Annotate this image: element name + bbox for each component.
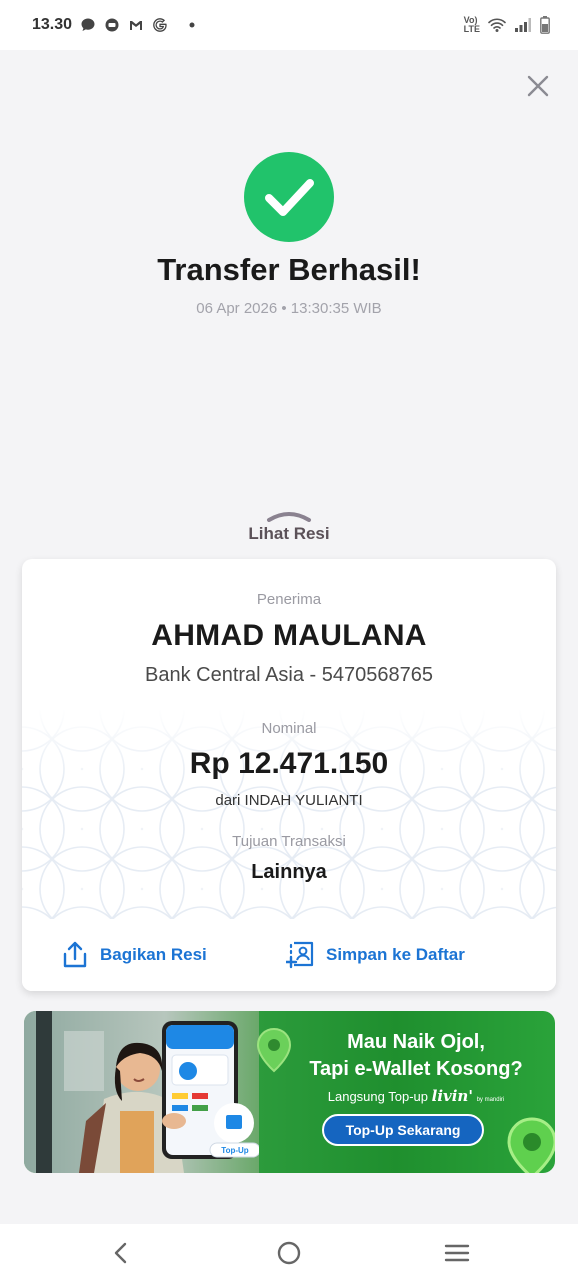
banner-illustration: Top-Up — [24, 1011, 259, 1173]
card-background-pattern — [22, 709, 556, 919]
receipt-actions: Bagikan Resi Simpan ke Daftar — [22, 919, 556, 991]
nav-recents-button[interactable] — [442, 1238, 472, 1268]
share-receipt-button[interactable]: Bagikan Resi — [62, 941, 207, 969]
transfer-amount: Rp 12.471.150 — [189, 747, 389, 780]
nav-back-button[interactable] — [106, 1238, 136, 1268]
banner-subtitle: Langsung Top-up livin' by mandiri — [286, 1087, 546, 1105]
nav-home-button[interactable] — [274, 1238, 304, 1268]
close-icon — [527, 75, 549, 97]
lihat-resi-toggle[interactable]: Lihat Resi — [240, 510, 338, 550]
share-icon — [63, 941, 87, 968]
chat-icon — [81, 18, 95, 31]
success-badge — [244, 152, 334, 242]
status-left: 13.30 — [32, 16, 196, 34]
banner-title-line1: Mau Naik Ojol, — [347, 1031, 485, 1053]
home-icon — [277, 1241, 301, 1265]
volte-icon: Vo) LTE — [464, 16, 480, 34]
livin-logo-byline: by mandiri — [476, 1097, 505, 1103]
receipt-card: Penerima AHMAD MAULANA Bank Central Asia… — [22, 559, 556, 991]
signal-icon — [515, 18, 531, 32]
recipient-name: AHMAD MAULANA — [151, 619, 427, 652]
share-receipt-label: Bagikan Resi — [100, 945, 207, 964]
back-icon — [114, 1242, 127, 1264]
topup-now-button[interactable]: Top-Up Sekarang — [322, 1114, 484, 1146]
lihat-resi-label: Lihat Resi — [248, 524, 330, 543]
sender-name: dari INDAH YULIANTI — [215, 792, 363, 809]
amount-label: Nominal — [261, 720, 317, 737]
chevron-up-icon — [267, 512, 311, 522]
dot-icon — [189, 22, 195, 28]
banner-title: Mau Naik Ojol, Tapi e-Wallet Kosong? — [286, 1029, 546, 1083]
location-pin-large-icon — [507, 1117, 555, 1173]
purpose-label: Tujuan Transaksi — [232, 833, 346, 850]
recipient-label: Penerima — [256, 591, 322, 608]
status-right: Vo) LTE — [464, 16, 550, 34]
add-contact-icon — [286, 941, 314, 969]
status-time: 13.30 — [32, 16, 73, 33]
system-nav-bar — [0, 1224, 578, 1280]
gmail-icon — [130, 21, 143, 30]
google-icon — [153, 18, 167, 32]
messenger-icon — [105, 18, 119, 32]
close-button[interactable] — [522, 70, 554, 102]
banner-subtitle-text: Langsung Top-up — [327, 1089, 428, 1104]
save-to-list-label: Simpan ke Daftar — [326, 945, 465, 964]
transaction-purpose: Lainnya — [251, 861, 327, 883]
check-icon — [265, 179, 314, 216]
phone-topup-button: Top-Up — [221, 1146, 249, 1155]
status-bar: 13.30 Vo) LTE — [0, 0, 578, 50]
wifi-icon — [488, 18, 506, 32]
battery-icon — [540, 16, 550, 34]
transaction-timestamp: 06 Apr 2026 • 13:30:35 WIB — [196, 300, 382, 317]
lte-label: LTE — [463, 24, 480, 34]
save-to-list-button[interactable]: Simpan ke Daftar — [286, 941, 465, 969]
promo-banner[interactable]: Top-Up Mau Naik Ojol, Tapi e-Wallet Koso… — [24, 1011, 555, 1173]
recipient-bank-account: Bank Central Asia - 5470568765 — [145, 664, 433, 686]
recents-icon — [444, 1244, 470, 1262]
banner-title-line2: Tapi e-Wallet Kosong? — [309, 1058, 523, 1080]
success-title: Transfer Berhasil! — [157, 252, 421, 287]
livin-logo: livin' — [431, 1087, 473, 1105]
